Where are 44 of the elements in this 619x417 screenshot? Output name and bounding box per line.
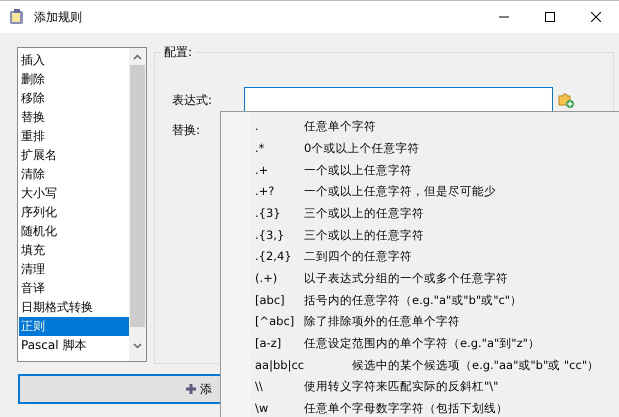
rule-item[interactable]: 插入 [19,51,129,70]
rule-item[interactable]: 序列化 [19,203,129,222]
menu-item[interactable]: .{3,} 三个或以上的任意字符 [255,224,604,246]
menu-item[interactable]: [abc] 括号内的任意字符（e.g."a"或"b"或"c"） [255,290,604,312]
menu-item[interactable]: .+? 一个或以上任意字符，但是尽可能少 [255,181,604,203]
menu-item[interactable]: .{2,4} 二到四个的任意字符 [255,246,604,268]
rule-item[interactable]: 重排 [19,127,129,146]
rule-item[interactable]: 删除 [19,70,129,89]
scroll-up-icon[interactable] [133,54,142,60]
rule-item[interactable]: 清除 [19,165,129,184]
rule-item[interactable]: Pascal 脚本 [19,336,129,355]
replace-label: 替换: [172,122,200,139]
rule-item[interactable]: 音译 [19,279,129,298]
rule-item[interactable]: 正则 [19,317,129,336]
scroll-thumb[interactable] [130,65,145,327]
rule-item[interactable]: 随机化 [19,222,129,241]
rule-item[interactable]: 填充 [19,241,129,260]
rule-item[interactable]: 日期格式转换 [19,298,129,317]
rule-item[interactable]: 移除 [19,89,129,108]
menu-item[interactable]: aa|bb|cc 候选中的某个候选项（e.g."aa"或"b"或 "cc"） [255,354,604,376]
menu-item[interactable]: (.+) 以子表达式分组的一个或多个任意字符 [255,268,604,290]
app-icon [8,8,26,26]
scrollbar[interactable] [129,48,146,361]
window-title: 添加规则 [34,9,82,26]
group-title: 配置: [161,43,196,61]
menu-item[interactable]: .{3} 三个或以上的任意字符 [255,202,604,224]
rule-item[interactable]: 扩展名 [19,146,129,165]
expression-field[interactable] [244,87,553,112]
menu-item[interactable]: \\ 使用转义字符来匹配实际的反斜杠"\" [255,376,604,398]
rule-item[interactable]: 大小写 [19,184,129,203]
menu-item[interactable]: \w 任意单个字母数字字符（包括下划线） [255,398,604,417]
close-icon [591,12,601,22]
rule-item[interactable]: 清理 [19,260,129,279]
menu-item[interactable]: . 任意单个字符 [255,116,604,138]
menu-item[interactable]: .* 0个或以上个任意字符 [255,138,604,160]
puzzle-add-icon[interactable] [557,90,575,108]
maximize-icon [545,12,555,22]
menu-item[interactable]: [a-z] 任意设定范围内的单个字符（e.g."a"到"z"） [255,332,604,355]
scroll-down-icon[interactable] [133,343,142,349]
menu-item[interactable]: [^abc] 除了排除项外的任意单个字符 [255,311,604,333]
rule-item[interactable]: 替换 [19,108,129,127]
expression-label: 表达式: [172,92,214,108]
plus-icon [186,384,196,394]
menu-item[interactable]: .+ 一个或以上任意字符 [255,159,604,182]
